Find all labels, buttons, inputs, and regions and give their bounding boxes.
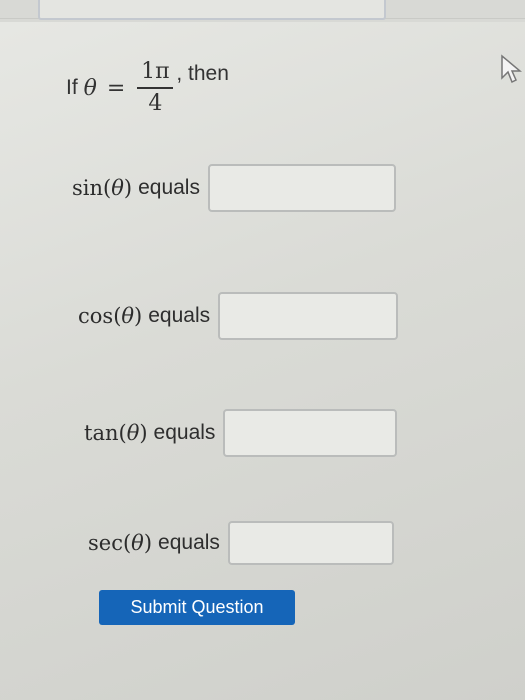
sin-question-row: sin(θ) equals	[72, 164, 396, 212]
equals-sign: =	[106, 75, 126, 101]
function-name: sec	[88, 531, 123, 555]
sec-question-row: sec(θ) equals	[88, 521, 394, 565]
then-text: , then	[176, 62, 229, 85]
cos-label: cos(θ)	[78, 304, 143, 328]
fraction-bar	[137, 87, 174, 89]
tan-question-row: tan(θ) equals	[84, 409, 398, 457]
if-text: If	[66, 76, 78, 99]
tan-answer-input[interactable]	[223, 409, 398, 457]
angle-fraction: 1π 4	[137, 59, 174, 117]
cos-question-row: cos(θ) equals	[78, 292, 399, 340]
equals-text: equals	[138, 176, 200, 199]
submit-question-button[interactable]: Submit Question	[99, 590, 295, 625]
equals-text: equals	[153, 421, 216, 444]
theta-symbol: θ	[121, 304, 135, 328]
function-name: cos	[78, 304, 114, 328]
sec-label: sec(θ)	[88, 531, 153, 555]
sin-answer-input[interactable]	[207, 164, 396, 212]
function-name: tan	[84, 421, 119, 445]
theta-symbol: θ	[131, 531, 144, 555]
fraction-numerator: 1π	[141, 59, 170, 84]
equals-text: equals	[158, 531, 220, 554]
cos-answer-input[interactable]	[218, 292, 399, 340]
sin-label: sin(θ)	[72, 176, 133, 200]
theta-symbol: θ	[83, 75, 97, 101]
problem-statement: If θ = 1π 4 , then	[66, 52, 229, 124]
previous-field-box[interactable]	[38, 0, 386, 20]
theta-symbol: θ	[111, 176, 124, 200]
theta-symbol: θ	[126, 421, 140, 445]
sec-answer-input[interactable]	[227, 521, 394, 565]
tan-label: tan(θ)	[84, 421, 148, 445]
mouse-pointer-icon	[501, 54, 522, 84]
fraction-denominator: 4	[148, 91, 163, 116]
equals-text: equals	[148, 304, 211, 327]
function-name: sin	[72, 176, 104, 200]
